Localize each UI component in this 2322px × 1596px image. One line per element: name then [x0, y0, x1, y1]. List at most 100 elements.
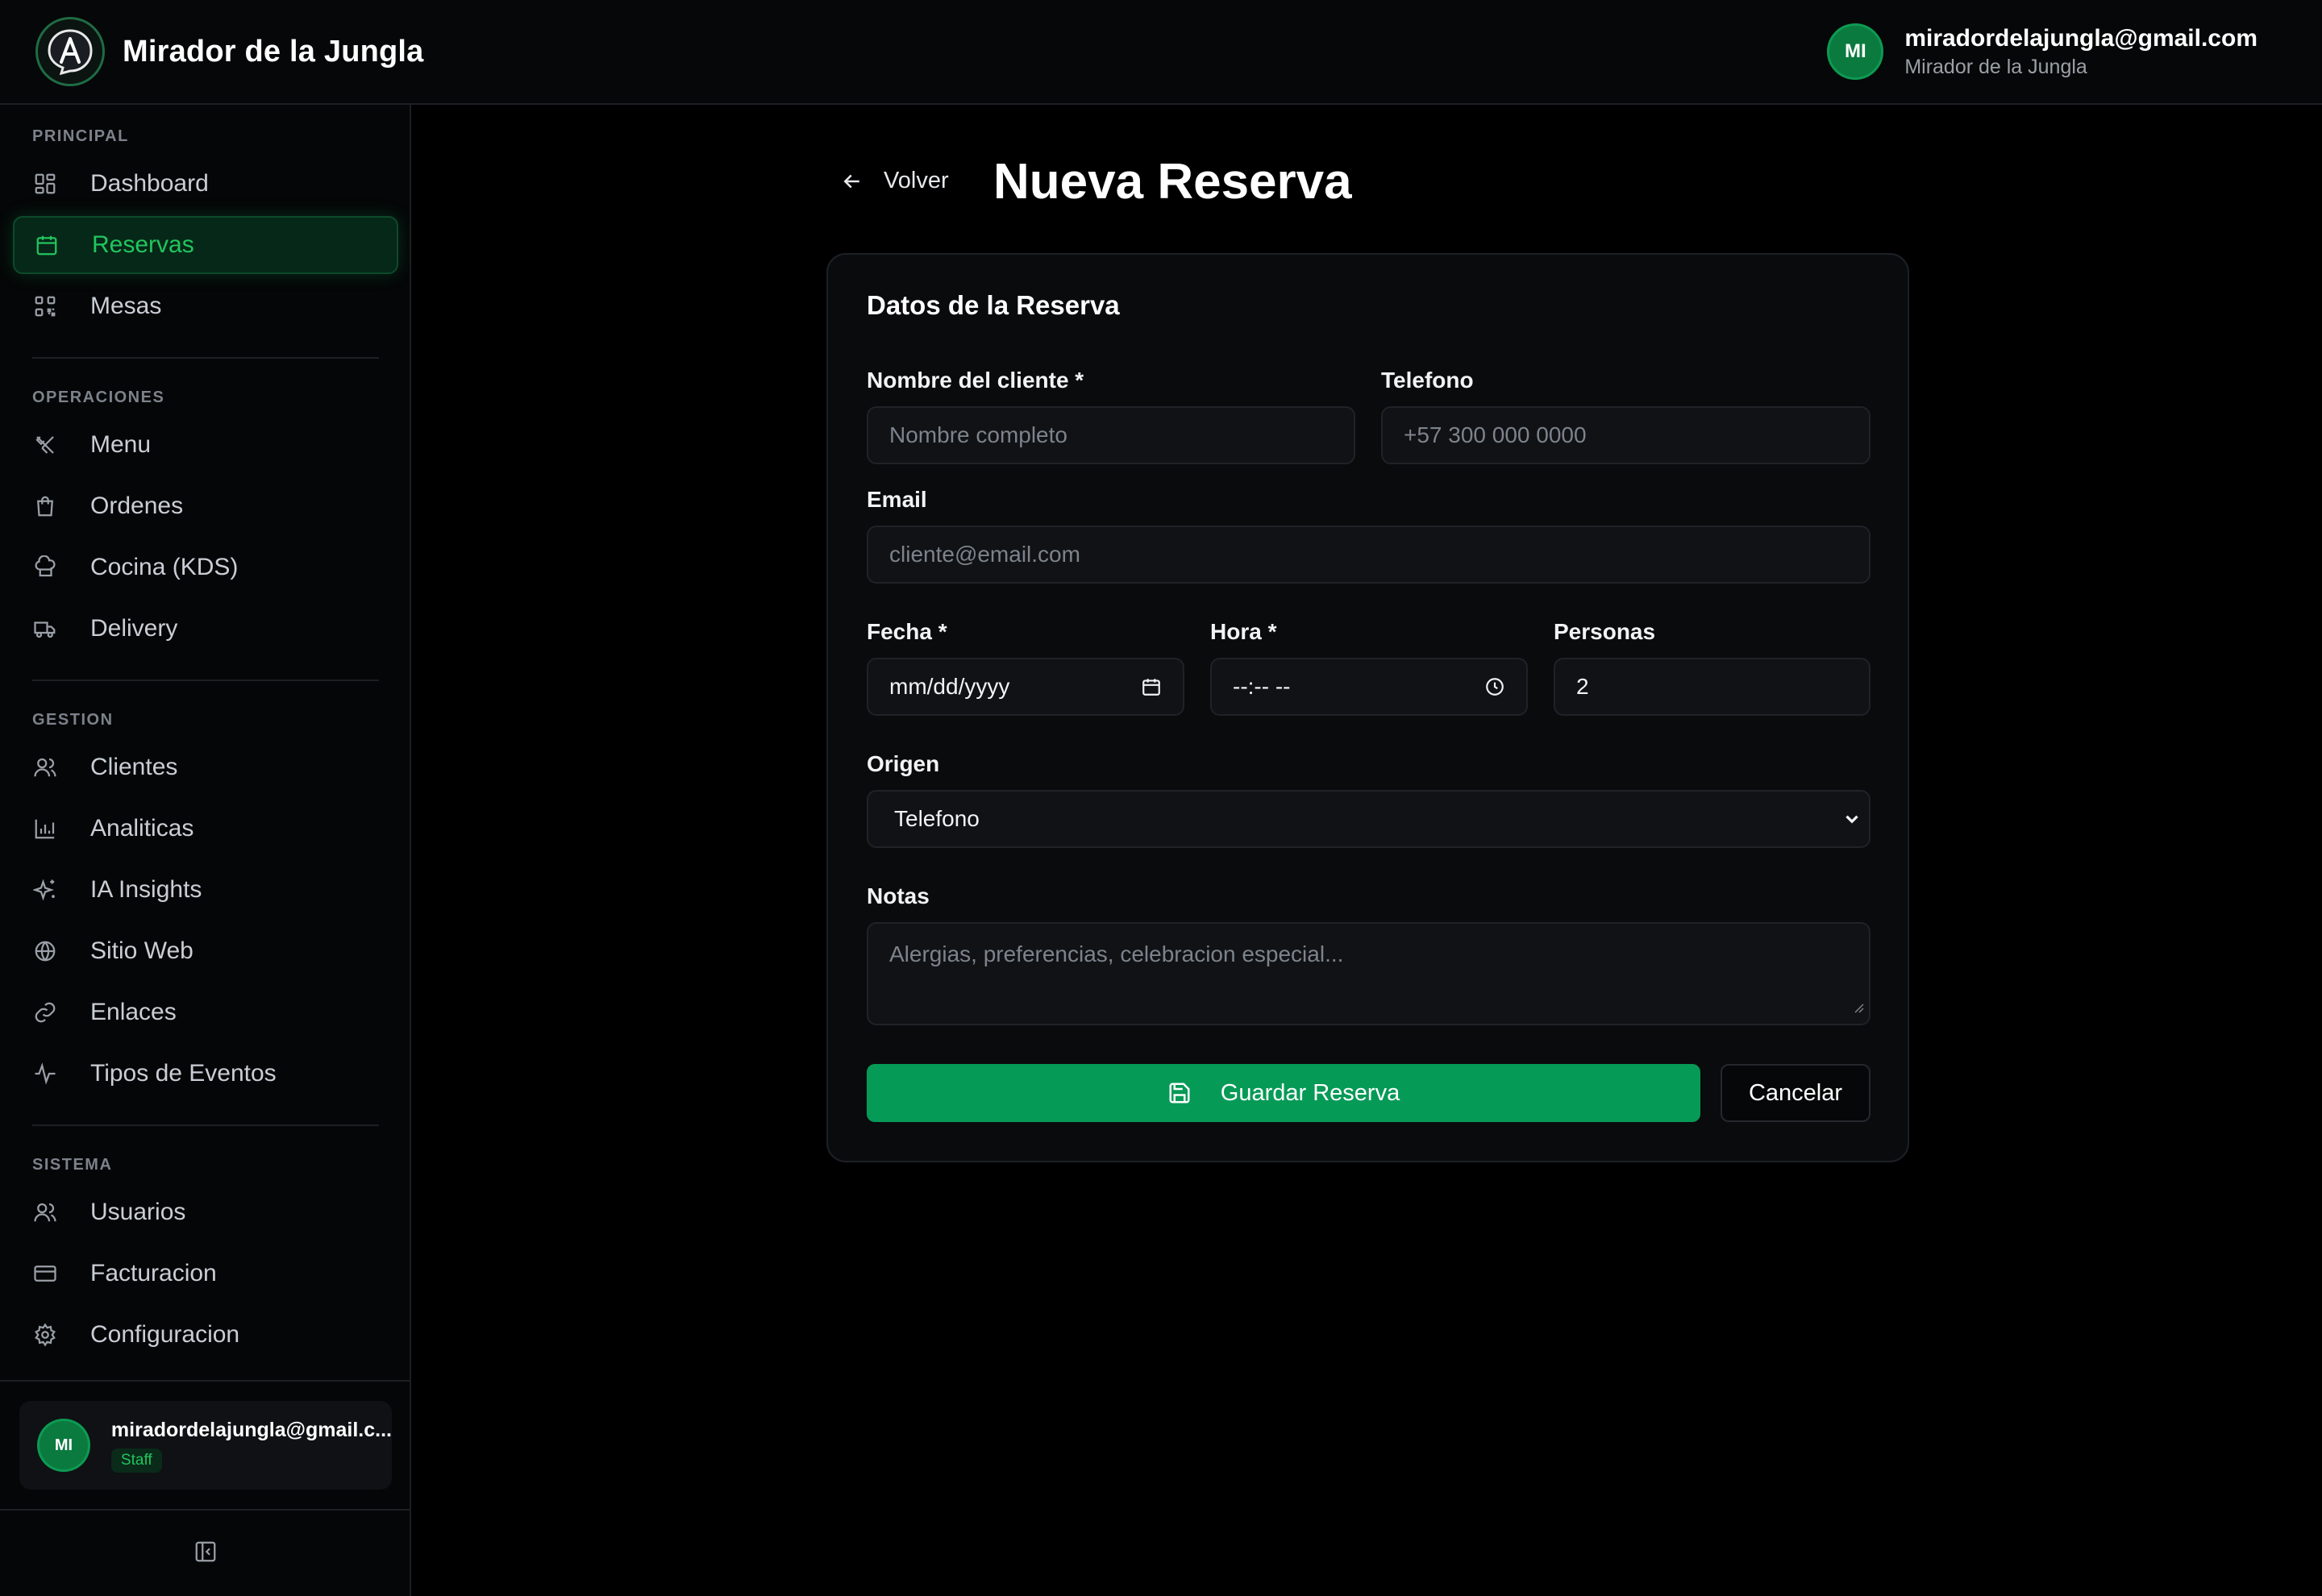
sidebar-item-label: IA Insights: [90, 876, 202, 903]
sidebar-divider: [32, 1124, 379, 1126]
personas-label: Personas: [1554, 619, 1656, 644]
sidebar-item-label: Ordenes: [90, 493, 184, 519]
collapse-sidebar-button[interactable]: [190, 1536, 221, 1567]
sidebar-divider: [32, 357, 379, 359]
avatar: MI: [37, 1419, 90, 1472]
chevron-down-icon: [1841, 808, 1862, 829]
resize-grip-icon[interactable]: [1851, 993, 1864, 1019]
sidebar-item-label: Sitio Web: [90, 937, 194, 964]
sidebar-item-delivery[interactable]: Delivery: [13, 600, 398, 658]
utensils-icon: [32, 432, 58, 458]
sidebar-item-label: Menu: [90, 431, 152, 458]
top-bar: Mirador de la Jungla MI miradordelajungl…: [0, 0, 2322, 105]
sidebar-item-menu[interactable]: Menu: [13, 416, 398, 474]
chef-hat-icon: [32, 555, 58, 580]
sidebar-section-gestion: GESTION: [32, 711, 114, 729]
back-label: Volver: [884, 168, 949, 193]
fecha-value: mm/dd/yyyy: [889, 674, 1010, 699]
cancel-button[interactable]: Cancelar: [1721, 1064, 1870, 1122]
sidebar-item-label: Delivery: [90, 615, 178, 642]
personas-input[interactable]: 2: [1554, 658, 1870, 716]
sidebar-item-label: Configuracion: [90, 1321, 240, 1348]
telefono-input[interactable]: +57 300 000 0000: [1381, 406, 1870, 464]
sidebar-item-mesas[interactable]: Mesas: [13, 277, 398, 335]
sidebar-item-label: Analiticas: [90, 815, 194, 842]
sidebar-divider: [0, 1509, 410, 1511]
sidebar-item-enlaces[interactable]: Enlaces: [13, 983, 398, 1041]
calendar-icon[interactable]: [1141, 676, 1162, 697]
sidebar-item-sitio-web[interactable]: Sitio Web: [13, 922, 398, 980]
clock-icon[interactable]: [1484, 676, 1505, 697]
sidebar-item-configuracion[interactable]: Configuracion: [13, 1306, 398, 1364]
save-icon: [1169, 1083, 1190, 1103]
sidebar-item-label: Facturacion: [90, 1260, 217, 1286]
notas-label: Notas: [867, 883, 930, 908]
email-input[interactable]: cliente@email.com: [867, 526, 1870, 584]
activity-icon: [32, 1061, 58, 1087]
origen-value: Telefono: [894, 806, 980, 831]
sidebar-section-operaciones: OPERACIONES: [32, 389, 165, 406]
brand[interactable]: Mirador de la Jungla: [0, 17, 424, 86]
role-badge: Staff: [110, 1448, 162, 1473]
sidebar-item-ordenes[interactable]: Ordenes: [13, 477, 398, 535]
users-icon: [32, 1199, 58, 1225]
avatar: MI: [1827, 23, 1884, 80]
bar-chart-icon: [32, 816, 58, 842]
sidebar-item-cocina[interactable]: Cocina (KDS): [13, 538, 398, 596]
sidebar-section-principal: PRINCIPAL: [32, 127, 129, 145]
sidebar-item-label: Mesas: [90, 293, 162, 319]
sidebar-divider: [0, 1380, 410, 1382]
settings-icon: [32, 1322, 58, 1348]
brand-name: Mirador de la Jungla: [123, 34, 424, 69]
back-button[interactable]: Volver: [840, 168, 949, 194]
origen-select[interactable]: Telefono: [867, 790, 1870, 848]
sidebar-item-reservas[interactable]: Reservas: [13, 216, 398, 274]
calendar-icon: [34, 232, 60, 258]
dashboard-icon: [32, 171, 58, 197]
sidebar: PRINCIPAL Dashboard Reservas Mesas OPERA…: [0, 105, 411, 1596]
credit-card-icon: [32, 1261, 58, 1286]
notas-textarea[interactable]: Alergias, preferencias, celebracion espe…: [867, 922, 1870, 1025]
qr-icon: [32, 293, 58, 319]
sidebar-item-clientes[interactable]: Clientes: [13, 738, 398, 796]
hora-value: --:-- --: [1233, 674, 1291, 699]
nombre-label: Nombre del cliente *: [867, 368, 1084, 393]
card-title: Datos de la Reserva: [867, 290, 1120, 320]
sparkles-icon: [32, 877, 58, 903]
save-label: Guardar Reserva: [1220, 1079, 1400, 1106]
sidebar-item-label: Usuarios: [90, 1199, 186, 1225]
sidebar-item-label: Enlaces: [90, 999, 177, 1025]
origen-label: Origen: [867, 751, 940, 776]
nombre-input[interactable]: Nombre completo: [867, 406, 1355, 464]
page-title: Nueva Reserva: [993, 154, 1352, 210]
sidebar-item-facturacion[interactable]: Facturacion: [13, 1245, 398, 1303]
sidebar-divider: [32, 680, 379, 681]
fecha-date-input[interactable]: mm/dd/yyyy: [867, 658, 1184, 716]
arrow-left-icon: [843, 174, 859, 188]
users-icon: [32, 754, 58, 780]
link-icon: [32, 1000, 58, 1025]
sidebar-item-analiticas[interactable]: Analiticas: [13, 800, 398, 858]
sidebar-section-sistema: SISTEMA: [32, 1156, 113, 1174]
sidebar-item-label: Tipos de Eventos: [90, 1060, 277, 1087]
sidebar-item-usuarios[interactable]: Usuarios: [13, 1183, 398, 1241]
user-menu[interactable]: MI miradordelajungla@gmail.com Mirador d…: [1827, 23, 2322, 80]
panel-collapse-icon: [195, 1541, 216, 1562]
sidebar-item-ia-insights[interactable]: IA Insights: [13, 861, 398, 919]
globe-icon: [32, 938, 58, 964]
sidebar-user-email: miradordelajungla@gmail.c...: [110, 1418, 392, 1441]
user-organization: Mirador de la Jungla: [1904, 55, 2087, 78]
hora-time-input[interactable]: --:-- --: [1210, 658, 1528, 716]
bag-icon: [32, 493, 58, 519]
telefono-label: Telefono: [1381, 368, 1474, 393]
save-reservation-button[interactable]: Guardar Reserva: [867, 1064, 1700, 1122]
user-email: miradordelajungla@gmail.com: [1904, 24, 2258, 52]
sidebar-item-label: Clientes: [90, 754, 178, 780]
notas-placeholder: Alergias, preferencias, celebracion espe…: [889, 941, 1344, 966]
sidebar-user-card[interactable]: MI miradordelajungla@gmail.c... Staff: [19, 1401, 392, 1490]
sidebar-item-dashboard[interactable]: Dashboard: [13, 155, 398, 213]
hora-label: Hora *: [1210, 619, 1277, 644]
sidebar-item-tipos-de-eventos[interactable]: Tipos de Eventos: [13, 1045, 398, 1103]
email-label: Email: [867, 487, 927, 512]
reservation-form-card: Datos de la Reserva Nombre del cliente *…: [826, 253, 1909, 1162]
